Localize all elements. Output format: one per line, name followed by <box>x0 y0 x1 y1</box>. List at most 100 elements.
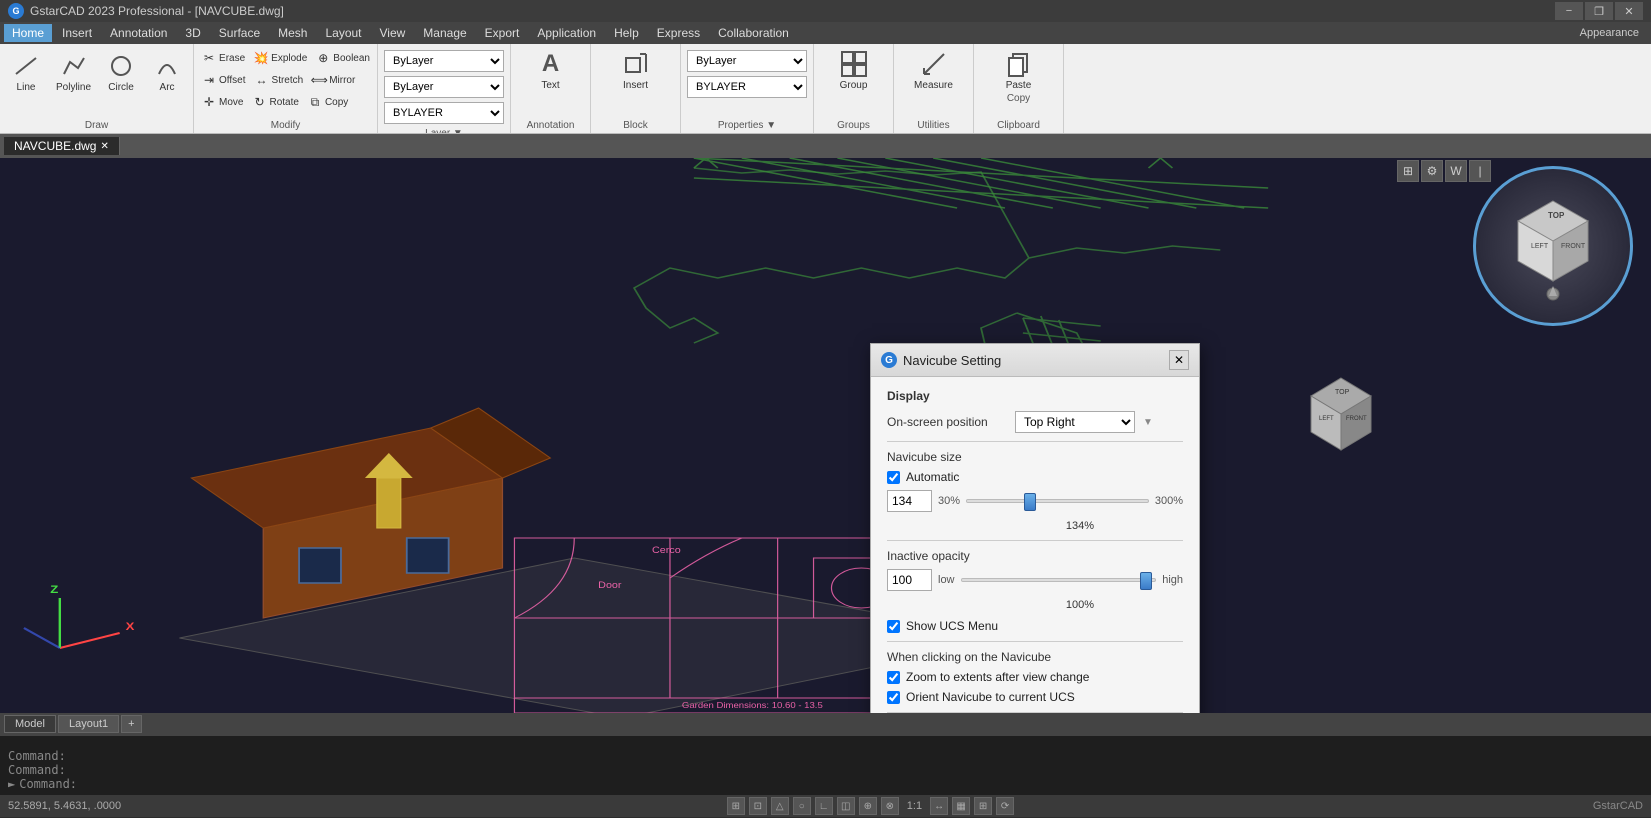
menu-mesh[interactable]: Mesh <box>270 24 315 42</box>
navcube-circle[interactable]: TOP LEFT FRONT <box>1473 166 1633 326</box>
status-transparency-icon[interactable]: ▦ <box>952 797 970 815</box>
cmd-active-prompt: Command: <box>19 777 77 791</box>
status-scale[interactable]: 1:1 <box>903 800 926 812</box>
cmd-input-row: ► Command: <box>8 777 1643 791</box>
coordinates-display: 52.5891, 5.4631, .0000 <box>8 800 148 812</box>
clipboard-group-label: Clipboard <box>997 120 1040 131</box>
layer-properties-dropdown[interactable]: ByLayer <box>384 76 504 98</box>
measure-button[interactable]: Measure <box>908 46 959 93</box>
color-dropdown[interactable]: ByLayer <box>687 50 807 72</box>
menu-3d[interactable]: 3D <box>177 24 208 42</box>
orient-checkbox[interactable] <box>887 691 900 704</box>
ribbon-polyline-button[interactable]: Polyline <box>50 48 97 95</box>
ribbon-arc-button[interactable]: Arc <box>145 48 189 95</box>
model-tab[interactable]: Model <box>4 715 56 733</box>
ribbon-layer-group: ByLayer ByLayer BYLAYER Layer ▼ <box>378 44 511 133</box>
modify-row1: ✂ Erase 💥 Explode ⊕ Boolean <box>198 48 373 68</box>
status-quickprop-icon[interactable]: ⊞ <box>974 797 992 815</box>
copy-button[interactable]: ⧉ Copy <box>304 92 351 112</box>
zoom-checkbox[interactable] <box>887 671 900 684</box>
document-tab-close[interactable]: ✕ <box>100 141 108 152</box>
boolean-button[interactable]: ⊕ Boolean <box>312 48 373 68</box>
menu-surface[interactable]: Surface <box>211 24 268 42</box>
move-button[interactable]: ✛ Move <box>198 92 246 112</box>
polyline-icon <box>58 50 90 82</box>
menu-manage[interactable]: Manage <box>415 24 474 42</box>
position-dropdown[interactable]: Top Right Top Left Bottom Right Bottom L… <box>1015 411 1135 433</box>
status-grid-icon[interactable]: ⊞ <box>727 797 745 815</box>
vp-btn-w[interactable]: W <box>1445 160 1467 182</box>
explode-button[interactable]: 💥 Explode <box>250 48 310 68</box>
separator3 <box>887 641 1183 642</box>
paste-button[interactable]: Paste <box>997 46 1041 93</box>
menu-collaboration[interactable]: Collaboration <box>710 24 797 42</box>
ucs-menu-label: Show UCS Menu <box>906 619 998 633</box>
title-bar-controls: − ❐ ✕ <box>1555 2 1643 20</box>
title-bar-left: G GstarCAD 2023 Professional - [NAVCUBE.… <box>8 3 284 19</box>
move-icon: ✛ <box>201 94 217 110</box>
cmd-history1: Command: <box>8 749 1643 763</box>
text-button[interactable]: A Text <box>529 46 573 93</box>
group-button[interactable]: Group <box>832 46 876 93</box>
dialog-close-button[interactable]: ✕ <box>1169 350 1189 370</box>
vp-btn-snap[interactable]: ⚙ <box>1421 160 1443 182</box>
layout1-tab[interactable]: Layout1 <box>58 715 119 733</box>
navcube-secondary: TOP LEFT FRONT <box>1291 368 1391 471</box>
opacity-slider-container <box>961 578 1157 582</box>
text-label: Text <box>541 80 559 91</box>
measure-label: Measure <box>914 80 953 91</box>
opacity-value-input[interactable] <box>887 569 932 591</box>
status-snap-icon[interactable]: ⊡ <box>749 797 767 815</box>
navcube-display[interactable]: TOP LEFT FRONT <box>1463 166 1643 366</box>
menu-layout[interactable]: Layout <box>317 24 369 42</box>
menu-application[interactable]: Application <box>529 24 604 42</box>
size-value-input[interactable] <box>887 490 932 512</box>
menu-view[interactable]: View <box>372 24 414 42</box>
automatic-checkbox[interactable] <box>887 471 900 484</box>
menu-home[interactable]: Home <box>4 24 52 42</box>
vp-btn-grid[interactable]: ⊞ <box>1397 160 1419 182</box>
cad-background[interactable]: Cerco Door Garden Dimensions: 10.60 - 13… <box>0 158 1651 713</box>
rotate-button[interactable]: ↻ Rotate <box>248 92 301 112</box>
copy-btn-small[interactable]: Copy <box>1007 93 1030 104</box>
offset-button[interactable]: ⇥ Offset <box>198 70 249 90</box>
mirror-button[interactable]: ⟺ Mirror <box>308 70 358 90</box>
linetype-dropdown[interactable]: BYLAYER <box>384 102 504 124</box>
ribbon-line-button[interactable]: Line <box>4 48 48 95</box>
status-otrack-icon[interactable]: ◫ <box>837 797 855 815</box>
close-button[interactable]: ✕ <box>1615 2 1643 20</box>
linetype2-dropdown[interactable]: BYLAYER <box>687 76 807 98</box>
size-max-label: 300% <box>1155 495 1183 507</box>
status-polar-icon[interactable]: ○ <box>793 797 811 815</box>
ribbon-circle-button[interactable]: Circle <box>99 48 143 95</box>
status-osnap-icon[interactable]: ∟ <box>815 797 833 815</box>
size-slider-thumb[interactable] <box>1024 493 1036 511</box>
status-ortho-icon[interactable]: △ <box>771 797 789 815</box>
stretch-button[interactable]: ↔ Stretch <box>251 70 307 90</box>
svg-text:Cerco: Cerco <box>652 546 681 556</box>
cmd-input[interactable] <box>81 777 1643 791</box>
add-layout-tab[interactable]: + <box>121 715 141 733</box>
status-ucs-icon[interactable]: ⊕ <box>859 797 877 815</box>
document-tab[interactable]: NAVCUBE.dwg ✕ <box>4 137 120 155</box>
menu-export[interactable]: Export <box>477 24 528 42</box>
opacity-high-label: high <box>1162 574 1183 586</box>
restore-button[interactable]: ❐ <box>1585 2 1613 20</box>
opacity-slider-thumb[interactable] <box>1140 572 1152 590</box>
status-lineweight-icon[interactable]: ↔ <box>930 797 948 815</box>
menu-insert[interactable]: Insert <box>54 24 100 42</box>
group-label: Group <box>840 80 868 91</box>
minimize-button[interactable]: − <box>1555 2 1583 20</box>
erase-button[interactable]: ✂ Erase <box>198 48 248 68</box>
ribbon-clipboard-group: Paste Copy Clipboard <box>974 44 1064 133</box>
insert-button[interactable]: Insert <box>614 46 658 93</box>
status-workspace-icon[interactable]: ⟳ <box>996 797 1014 815</box>
svg-text:Z: Z <box>50 583 59 596</box>
menu-express[interactable]: Express <box>649 24 708 42</box>
ucs-menu-checkbox[interactable] <box>887 620 900 633</box>
status-dyn-icon[interactable]: ⊗ <box>881 797 899 815</box>
layer-dropdown[interactable]: ByLayer <box>384 50 504 72</box>
menu-annotation[interactable]: Annotation <box>102 24 175 42</box>
menu-help[interactable]: Help <box>606 24 647 42</box>
zoom-row: Zoom to extents after view change <box>887 670 1183 684</box>
